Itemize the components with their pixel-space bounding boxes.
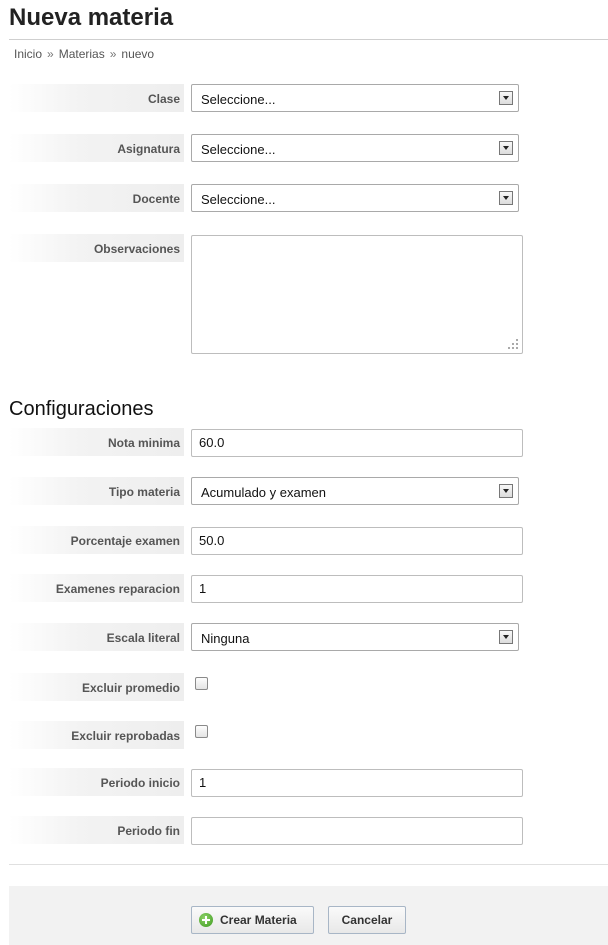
docente-select[interactable]: Seleccione... xyxy=(191,184,519,212)
field-row-examenes-reparacion: Examenes reparacion 1 xyxy=(9,574,534,606)
field-row-excluir-reprobadas: Excluir reprobadas xyxy=(9,721,534,753)
observaciones-textarea[interactable] xyxy=(191,235,523,354)
breadcrumb-inicio[interactable]: Inicio xyxy=(14,47,42,61)
tipo-materia-select[interactable]: Acumulado y examen xyxy=(191,477,519,505)
nota-minima-input[interactable]: 60.0 xyxy=(191,429,523,457)
resize-grip-icon[interactable] xyxy=(508,339,518,349)
docente-label: Docente xyxy=(132,192,180,206)
excluir-reprobadas-label: Excluir reprobadas xyxy=(71,729,180,743)
periodo-inicio-input[interactable]: 1 xyxy=(191,769,523,797)
section-title-configuraciones: Configuraciones xyxy=(9,397,154,420)
field-row-docente: Docente Seleccione... xyxy=(9,184,534,216)
dropdown-arrow-icon xyxy=(499,630,513,644)
dropdown-arrow-icon xyxy=(499,91,513,105)
escala-literal-label: Escala literal xyxy=(106,631,180,645)
field-row-asignatura: Asignatura Seleccione... xyxy=(9,134,534,166)
form-actions: Crear Materia Cancelar xyxy=(9,886,608,945)
tipo-materia-select-value: Acumulado y examen xyxy=(201,485,327,500)
cancelar-label: Cancelar xyxy=(341,913,393,927)
porcentaje-examen-label: Porcentaje examen xyxy=(70,534,180,548)
field-row-clase: Clase Seleccione... xyxy=(9,84,534,116)
dropdown-arrow-icon xyxy=(499,484,513,498)
examenes-reparacion-input[interactable]: 1 xyxy=(191,575,523,603)
breadcrumb-separator: » xyxy=(47,47,54,61)
asignatura-label: Asignatura xyxy=(117,142,180,156)
field-row-nota-minima: Nota minima 60.0 xyxy=(9,428,534,460)
add-circle-icon xyxy=(199,913,213,927)
docente-select-value: Seleccione... xyxy=(201,192,276,207)
excluir-promedio-label: Excluir promedio xyxy=(81,681,180,695)
escala-literal-select[interactable]: Ninguna xyxy=(191,623,519,651)
breadcrumb-materias[interactable]: Materias xyxy=(59,47,105,61)
periodo-fin-input[interactable] xyxy=(191,817,523,845)
excluir-promedio-checkbox[interactable] xyxy=(195,677,208,690)
title-divider xyxy=(9,39,608,40)
cancelar-button[interactable]: Cancelar xyxy=(328,906,406,934)
asignatura-select-value: Seleccione... xyxy=(201,142,276,157)
clase-select[interactable]: Seleccione... xyxy=(191,84,519,112)
escala-literal-select-value: Ninguna xyxy=(201,631,250,646)
crear-materia-button[interactable]: Crear Materia xyxy=(191,906,314,934)
form-divider xyxy=(9,864,608,865)
excluir-reprobadas-checkbox[interactable] xyxy=(195,725,208,738)
field-row-observaciones: Observaciones xyxy=(9,234,534,354)
asignatura-select[interactable]: Seleccione... xyxy=(191,134,519,162)
field-row-periodo-inicio: Periodo inicio 1 xyxy=(9,768,534,800)
field-row-tipo-materia: Tipo materia Acumulado y examen xyxy=(9,477,534,509)
porcentaje-examen-input[interactable]: 50.0 xyxy=(191,527,523,555)
dropdown-arrow-icon xyxy=(499,141,513,155)
field-row-porcentaje-examen: Porcentaje examen 50.0 xyxy=(9,526,534,558)
field-row-escala-literal: Escala literal Ninguna xyxy=(9,623,534,655)
observaciones-label: Observaciones xyxy=(93,242,180,256)
periodo-fin-label: Periodo fin xyxy=(117,824,180,838)
dropdown-arrow-icon xyxy=(499,191,513,205)
field-row-periodo-fin: Periodo fin xyxy=(9,816,534,848)
examenes-reparacion-label: Examenes reparacion xyxy=(55,582,180,596)
nota-minima-label: Nota minima xyxy=(107,436,180,450)
periodo-inicio-label: Periodo inicio xyxy=(100,776,180,790)
clase-label: Clase xyxy=(147,92,180,106)
tipo-materia-label: Tipo materia xyxy=(108,485,180,499)
clase-select-value: Seleccione... xyxy=(201,92,276,107)
page-title: Nueva materia xyxy=(9,4,174,31)
field-row-excluir-promedio: Excluir promedio xyxy=(9,673,534,705)
breadcrumb-separator: » xyxy=(109,47,117,61)
breadcrumb-current: nuevo xyxy=(121,47,155,61)
crear-materia-label: Crear Materia xyxy=(220,913,297,927)
breadcrumb: Inicio » Materias » nuevo xyxy=(14,47,154,61)
